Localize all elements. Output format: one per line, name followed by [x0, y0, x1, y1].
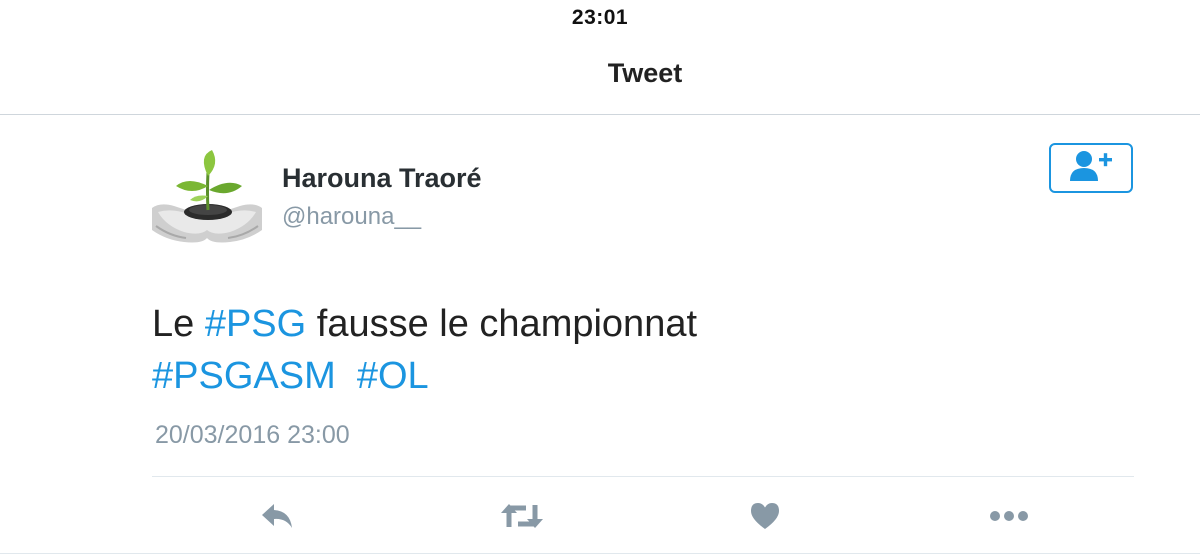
tweet-text-segment: Le — [152, 303, 205, 345]
reply-icon — [260, 502, 294, 530]
avatar-image — [152, 146, 262, 246]
hashtag-spacer — [336, 355, 357, 397]
add-user-icon — [1068, 150, 1114, 187]
tweet-text-segment: fausse le championnat — [306, 303, 698, 345]
screen-name[interactable]: @harouna__ — [282, 203, 421, 231]
retweet-icon — [500, 501, 544, 531]
hashtag-link-psg[interactable]: #PSG — [205, 303, 306, 345]
nav-divider — [0, 114, 1200, 115]
timestamp: 20/03/2016 23:00 — [155, 421, 350, 449]
reply-button[interactable] — [254, 496, 300, 536]
more-icon — [989, 510, 1029, 522]
display-name[interactable]: Harouna Traoré — [282, 163, 482, 194]
tweet-text-line-2: #PSGASM #OL — [152, 350, 1132, 402]
hashtag-link-psgasm[interactable]: #PSGASM — [152, 355, 336, 397]
status-bar: 23:01 — [0, 0, 1200, 36]
status-time: 23:01 — [571, 6, 629, 29]
like-button[interactable] — [744, 496, 786, 536]
follow-button[interactable] — [1049, 143, 1133, 193]
actions-divider — [152, 476, 1134, 477]
retweet-button[interactable] — [496, 496, 548, 536]
heart-icon — [750, 502, 780, 530]
bottom-divider — [0, 553, 1200, 554]
page-title: Tweet — [607, 58, 683, 88]
hashtag-link-ol[interactable]: #OL — [357, 355, 429, 397]
tweet-text-line-1: Le #PSG fausse le championnat — [152, 298, 1132, 350]
tweet-text: Le #PSG fausse le championnat #PSGASM #O… — [152, 298, 1132, 402]
more-button[interactable] — [986, 496, 1032, 536]
avatar[interactable] — [152, 146, 262, 246]
